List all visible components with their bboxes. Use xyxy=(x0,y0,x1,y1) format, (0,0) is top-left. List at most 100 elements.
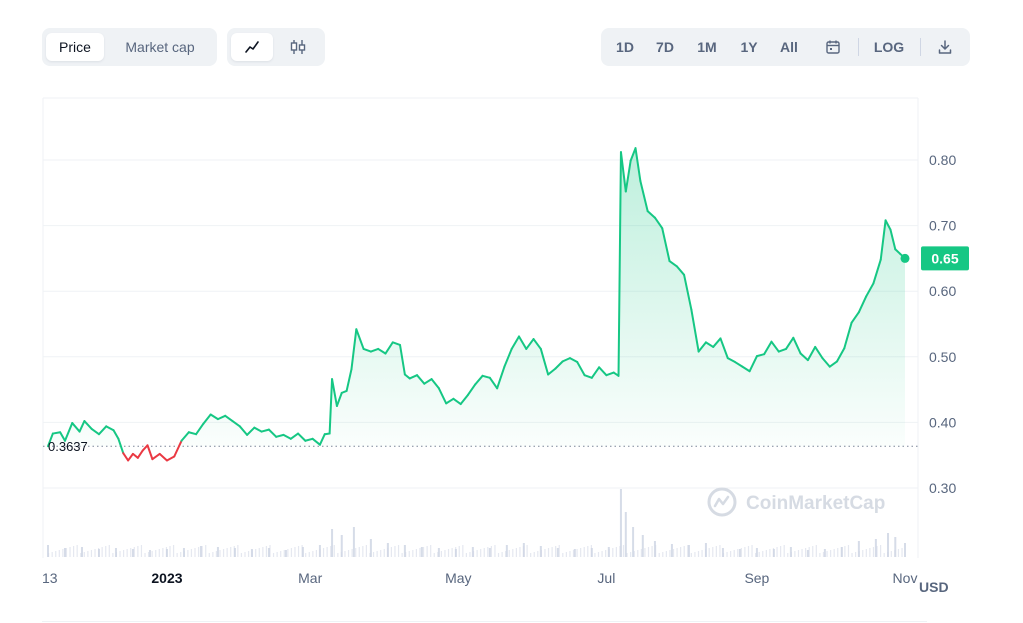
volume-bar xyxy=(312,551,314,557)
volume-bar xyxy=(255,549,257,557)
volume-bar xyxy=(515,548,517,557)
volume-bar xyxy=(576,549,578,557)
y-tick-label: 0.40 xyxy=(929,414,956,430)
volume-bar xyxy=(119,551,121,557)
volume-bar xyxy=(622,545,625,557)
volume-bar xyxy=(422,547,425,557)
volume-bar xyxy=(747,546,750,557)
volume-bar xyxy=(790,552,792,557)
volume-bar xyxy=(737,549,739,557)
volume-bar xyxy=(801,549,803,557)
volume-bar xyxy=(865,549,867,557)
volume-bar xyxy=(637,550,639,557)
volume-bar xyxy=(830,550,832,557)
volume-bar xyxy=(305,553,307,557)
price-line-segment xyxy=(151,452,161,461)
volume-bar xyxy=(344,551,346,557)
volume-bar xyxy=(573,549,576,557)
volume-bar xyxy=(583,547,585,557)
price-line-segment xyxy=(122,452,130,462)
volume-bar xyxy=(108,545,110,557)
volume-bar xyxy=(476,550,478,557)
volume-bar xyxy=(216,547,219,557)
volume-bar xyxy=(694,552,696,557)
volume-bar xyxy=(331,529,334,557)
volume-bar xyxy=(194,548,196,557)
volume-bar xyxy=(133,547,135,557)
volume-bar xyxy=(284,550,287,557)
volume-bar xyxy=(165,547,168,557)
volume-bar xyxy=(158,549,160,557)
volume-bar xyxy=(390,547,392,557)
volume-bar xyxy=(488,548,491,557)
volume-bar xyxy=(372,552,375,557)
volume-bar xyxy=(419,548,421,557)
price-area-fill xyxy=(48,148,905,447)
volume-bar xyxy=(769,549,771,557)
volume-bar xyxy=(558,545,560,557)
volume-bar xyxy=(490,546,492,557)
volume-bar xyxy=(680,547,682,557)
volume-bar xyxy=(572,550,575,557)
volume-bar xyxy=(765,550,767,557)
price-line-segment xyxy=(158,452,168,462)
volume-bar xyxy=(715,546,717,557)
volume-bar xyxy=(605,550,607,557)
volume-bar xyxy=(641,535,644,557)
watermark-text: CoinMarketCap xyxy=(746,493,885,514)
volume-bar xyxy=(547,548,550,557)
volume-bar xyxy=(590,545,592,557)
volume-bar xyxy=(555,546,557,557)
volume-bar xyxy=(494,545,496,557)
volume-bar xyxy=(222,549,225,557)
volume-bar xyxy=(469,552,471,557)
volume-bar xyxy=(890,551,892,557)
price-chart[interactable]: 0.30 0.40 0.50 0.60 0.70 0.80 13 2023 Mar May Jul S… xyxy=(0,0,1023,623)
volume-bar xyxy=(362,546,364,557)
volume-bar xyxy=(608,549,610,557)
volume-bar xyxy=(355,548,357,557)
volume-bar xyxy=(112,553,114,557)
volume-bar xyxy=(594,553,596,557)
volume-bar xyxy=(526,545,528,557)
volume-bar xyxy=(180,552,182,557)
current-price-label: 0.65 xyxy=(931,250,958,266)
price-line-segment xyxy=(136,449,144,459)
volume-bar xyxy=(640,549,642,557)
volume-bar xyxy=(876,546,878,557)
volume-bar xyxy=(294,547,296,557)
volume-bar xyxy=(131,549,134,557)
volume-bar xyxy=(683,546,685,557)
volume-bar xyxy=(226,548,228,557)
volume-bar xyxy=(55,551,57,557)
volume-bar xyxy=(601,551,603,557)
volume-bar xyxy=(337,553,339,557)
volume-bar xyxy=(712,547,714,557)
volume-bar xyxy=(380,550,382,557)
volume-bar xyxy=(823,549,826,557)
volume-bar xyxy=(233,546,235,557)
volume-bar xyxy=(333,545,335,557)
x-tick-label: Nov xyxy=(893,570,918,586)
volume-bar xyxy=(240,553,243,557)
volume-bar xyxy=(63,548,66,557)
volume-bar xyxy=(51,552,53,557)
volume-bar xyxy=(330,546,332,557)
volume-bar xyxy=(647,547,650,557)
volume-bar xyxy=(670,544,673,557)
volume-bar xyxy=(244,552,246,557)
volume-bar xyxy=(808,547,810,557)
volume-bar xyxy=(122,550,125,557)
volume-bar xyxy=(137,546,139,557)
volume-bar xyxy=(658,553,660,557)
price-line-segment xyxy=(127,452,134,462)
volume-bar xyxy=(540,550,542,557)
volume-bar xyxy=(326,547,328,557)
chart-bottom-border xyxy=(42,621,927,622)
volume-bar xyxy=(347,550,350,557)
volume-bar xyxy=(840,547,842,557)
volume-bar xyxy=(690,553,692,557)
volume-bar xyxy=(276,552,278,557)
volume-bar xyxy=(287,549,289,557)
volume-bar xyxy=(451,548,453,557)
